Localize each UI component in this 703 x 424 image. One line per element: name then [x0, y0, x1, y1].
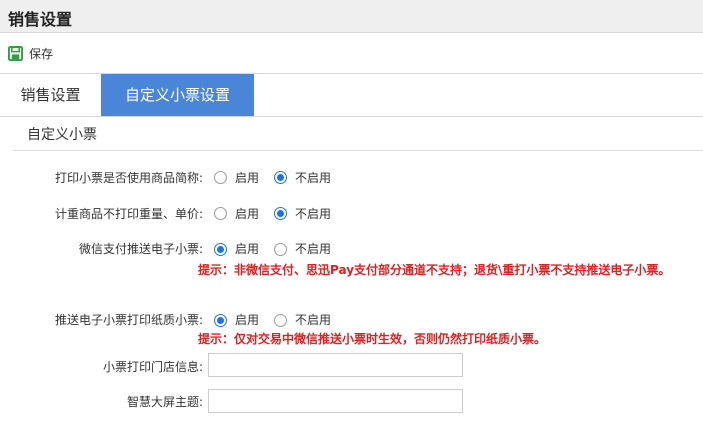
- floppy-disk-icon: [8, 45, 23, 61]
- setting-label-weight-price: 计重商品不打印重量、单价:: [54, 207, 203, 221]
- hint-paper-receipt: 提示：仅对交易中微信推送小票时生效，否则仍然打印纸质小票。: [198, 332, 547, 346]
- radio-wechat-e-receipt-enable[interactable]: [214, 243, 227, 256]
- option-label-enable[interactable]: 启用: [235, 205, 259, 222]
- radio-short-name-enable[interactable]: [214, 171, 227, 184]
- option-label-disable[interactable]: 不启用: [295, 240, 331, 257]
- radio-weight-price-disable[interactable]: [274, 207, 287, 220]
- tab-bar: 销售设置 自定义小票设置: [0, 74, 703, 117]
- option-label-enable[interactable]: 启用: [235, 240, 259, 257]
- radio-weight-price-enable[interactable]: [214, 207, 227, 220]
- option-label-disable[interactable]: 不启用: [295, 169, 331, 186]
- setting-label-use-short-name: 打印小票是否使用商品简称:: [54, 171, 203, 185]
- hint-wechat-e-receipt: 提示：非微信支付、思迅Pay支付部分通道不支持；退货\重打小票不支持推送电子小票…: [198, 263, 671, 277]
- field-label-screen-theme: 智慧大屏主题:: [126, 395, 203, 409]
- section-divider: [13, 150, 703, 151]
- setting-label-wechat-e-receipt: 微信支付推送电子小票:: [78, 242, 203, 256]
- screen-theme-input[interactable]: [208, 389, 463, 413]
- title-bar: 销售设置: [0, 0, 703, 33]
- toolbar: 保存: [0, 33, 703, 74]
- radio-short-name-disable[interactable]: [274, 171, 287, 184]
- tab-sales-settings[interactable]: 销售设置: [0, 74, 101, 116]
- option-label-disable[interactable]: 不启用: [295, 311, 331, 328]
- option-label-enable[interactable]: 启用: [235, 311, 259, 328]
- save-button-label: 保存: [29, 46, 54, 61]
- option-label-disable[interactable]: 不启用: [295, 205, 331, 222]
- setting-label-print-paper-receipt: 推送电子小票打印纸质小票:: [54, 313, 203, 327]
- tab-custom-receipt-settings[interactable]: 自定义小票设置: [101, 74, 254, 116]
- page-title: 销售设置: [8, 10, 73, 29]
- radio-paper-receipt-disable[interactable]: [274, 314, 287, 327]
- radio-wechat-e-receipt-disable[interactable]: [274, 243, 287, 256]
- store-info-input[interactable]: [208, 353, 463, 377]
- field-label-store-info: 小票打印门店信息:: [102, 360, 203, 374]
- section-title: 自定义小票: [27, 127, 97, 143]
- option-label-enable[interactable]: 启用: [235, 169, 259, 186]
- save-button[interactable]: 保存: [8, 43, 53, 63]
- radio-paper-receipt-enable[interactable]: [214, 314, 227, 327]
